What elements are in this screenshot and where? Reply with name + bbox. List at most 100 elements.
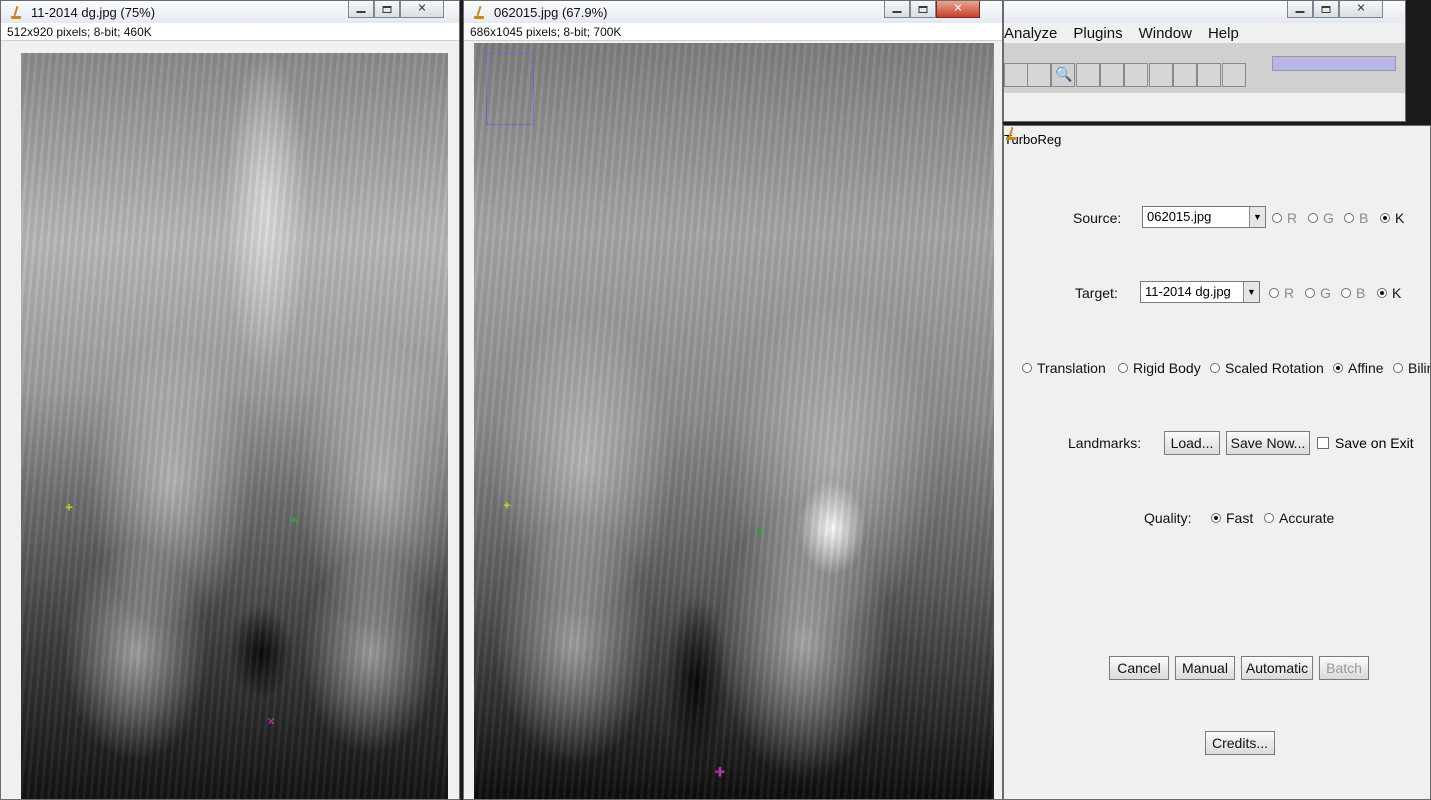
close-button[interactable]: ✕ (1339, 1, 1383, 18)
manual-button[interactable]: Manual (1175, 656, 1235, 680)
radio-circle (1380, 213, 1390, 223)
transform-scaled-rotation[interactable]: Scaled Rotation (1210, 360, 1324, 376)
turboreg-titlebar[interactable]: TurboReg (1004, 126, 1430, 152)
magnifier-icon: 🔍 (1055, 66, 1073, 82)
tool-button[interactable] (1124, 63, 1148, 87)
radio-circle (1341, 288, 1351, 298)
target-channel-k[interactable]: K (1377, 285, 1401, 301)
imagej-microscope-icon (9, 5, 23, 19)
radio-label: B (1359, 210, 1369, 226)
radio-circle (1264, 513, 1274, 523)
target-channel-r[interactable]: R (1269, 285, 1294, 301)
maximize-button[interactable] (1313, 1, 1339, 18)
radio-circle (1377, 288, 1387, 298)
image-window-1[interactable]: 11-2014 dg.jpg (75%) ✕ 512x920 pixels; 8… (0, 0, 460, 800)
target-channel-g[interactable]: G (1305, 285, 1331, 301)
transform-translation[interactable]: Translation (1022, 360, 1106, 376)
tool-button[interactable] (1173, 63, 1197, 87)
minimize-icon (356, 11, 366, 13)
tool-button[interactable] (1004, 63, 1028, 87)
radio-label: Rigid Body (1133, 360, 1201, 376)
minimize-button[interactable] (884, 1, 910, 18)
landmark-yellow-marker[interactable]: + (65, 501, 73, 514)
minimize-button[interactable] (1287, 1, 1313, 18)
save-on-exit-checkbox[interactable]: Save on Exit (1317, 435, 1414, 451)
imagej-titlebar[interactable]: ✕ (1004, 1, 1405, 23)
progress-bar (1272, 56, 1396, 71)
landmark-magenta-marker[interactable]: × (267, 715, 275, 728)
image-window-1-titlebar[interactable]: 11-2014 dg.jpg (75%) ✕ (1, 1, 459, 23)
menu-plugins[interactable]: Plugins (1073, 25, 1122, 42)
maximize-button[interactable] (374, 1, 400, 18)
radio-circle (1022, 363, 1032, 373)
radio-circle (1118, 363, 1128, 373)
imagej-main-window[interactable]: ✕ Analyze Plugins Window Help 🔍 (1003, 0, 1406, 122)
transform-rigid-body[interactable]: Rigid Body (1118, 360, 1201, 376)
transform-bilinear[interactable]: Bilin (1393, 360, 1430, 376)
radio-label: K (1392, 285, 1402, 301)
maximize-button[interactable] (910, 1, 936, 18)
radio-label: B (1356, 285, 1366, 301)
menu-help[interactable]: Help (1208, 25, 1239, 42)
source-channel-k[interactable]: K (1380, 210, 1404, 226)
source-label: Source: (1073, 210, 1122, 226)
minimize-icon (892, 11, 902, 13)
batch-button[interactable]: Batch (1319, 656, 1369, 680)
landmark-magenta-marker[interactable]: ✚ (715, 766, 726, 779)
menu-window[interactable]: Window (1139, 25, 1192, 42)
landmark-yellow-marker[interactable]: + (503, 499, 511, 512)
menu-bar: Analyze Plugins Window Help (1004, 23, 1405, 43)
radio-circle (1308, 213, 1318, 223)
quality-accurate[interactable]: Accurate (1264, 510, 1334, 526)
radio-label: Scaled Rotation (1225, 360, 1324, 376)
roi-rectangle[interactable] (486, 53, 534, 125)
radio-circle (1333, 363, 1343, 373)
tool-button[interactable] (1100, 63, 1124, 87)
landmark-green-marker[interactable]: + (757, 525, 765, 538)
target-select[interactable]: 11-2014 dg.jpg ▼ (1140, 281, 1260, 303)
image-window-2[interactable]: 062015.jpg (67.9%) ✕ 686x1045 pixels; 8-… (463, 0, 1003, 800)
turboreg-dialog[interactable]: TurboReg Source: 062015.jpg ▼ R G B K Ta… (1003, 125, 1431, 800)
radio-circle (1210, 363, 1220, 373)
xray-image-1[interactable]: + + × (21, 53, 448, 799)
radio-circle (1305, 288, 1315, 298)
automatic-button[interactable]: Automatic (1241, 656, 1313, 680)
transform-affine[interactable]: Affine (1333, 360, 1384, 376)
image-window-2-titlebar[interactable]: 062015.jpg (67.9%) ✕ (464, 1, 1002, 23)
load-button[interactable]: Load... (1164, 431, 1220, 455)
tool-button[interactable] (1076, 63, 1100, 87)
radio-label: Translation (1037, 360, 1106, 376)
source-channel-g[interactable]: G (1308, 210, 1334, 226)
cancel-button[interactable]: Cancel (1109, 656, 1169, 680)
tool-button[interactable] (1222, 63, 1246, 87)
window-title: 11-2014 dg.jpg (75%) (31, 4, 156, 20)
chevron-down-icon: ▼ (1243, 282, 1259, 302)
image-info: 512x920 pixels; 8-bit; 460K (1, 23, 459, 41)
tool-button[interactable] (1197, 63, 1221, 87)
target-channel-b[interactable]: B (1341, 285, 1365, 301)
radio-label: Fast (1226, 510, 1254, 526)
close-button[interactable]: ✕ (400, 1, 444, 18)
credits-button[interactable]: Credits... (1205, 731, 1275, 755)
radio-circle (1211, 513, 1221, 523)
source-channel-b[interactable]: B (1344, 210, 1368, 226)
close-icon: ✕ (1356, 2, 1366, 15)
tool-button[interactable] (1149, 63, 1173, 87)
xray-image-2[interactable]: + + ✚ (474, 43, 994, 799)
menu-analyze[interactable]: Analyze (1004, 25, 1057, 42)
source-select[interactable]: 062015.jpg ▼ (1142, 206, 1266, 228)
magnifier-tool[interactable]: 🔍 (1051, 63, 1075, 87)
save-now-button[interactable]: Save Now... (1226, 431, 1310, 455)
radio-circle (1344, 213, 1354, 223)
quality-fast[interactable]: Fast (1211, 510, 1253, 526)
landmark-green-marker[interactable]: + (290, 514, 298, 527)
source-channel-r[interactable]: R (1272, 210, 1297, 226)
minimize-button[interactable] (348, 1, 374, 18)
tool-button[interactable] (1027, 63, 1051, 87)
radio-label: K (1395, 210, 1405, 226)
image-info: 686x1045 pixels; 8-bit; 700K (464, 23, 1002, 41)
maximize-icon (382, 6, 392, 13)
close-button[interactable]: ✕ (936, 1, 980, 18)
radio-circle (1269, 288, 1279, 298)
checkbox-label: Save on Exit (1335, 435, 1414, 451)
